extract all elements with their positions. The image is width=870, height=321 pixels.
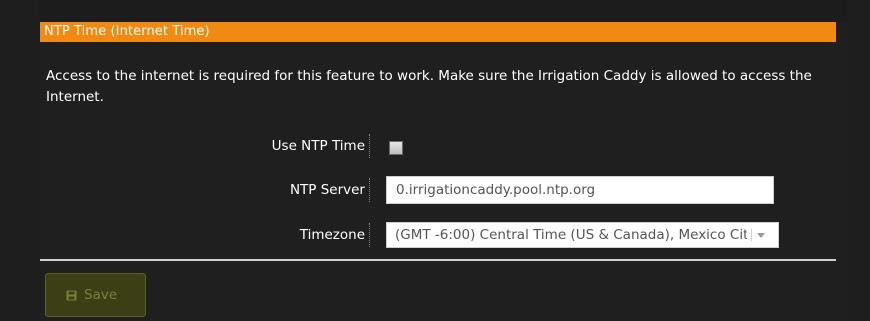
panel-top-shade [39, 0, 847, 22]
timezone-label: Timezone [299, 227, 365, 243]
use-ntp-checkbox[interactable] [389, 141, 403, 155]
timezone-select[interactable]: (GMT -6:00) Central Time (US & Canada), … [386, 222, 779, 248]
ntp-server-label: NTP Server [289, 182, 365, 198]
use-ntp-row: Use NTP Time [39, 132, 839, 160]
chevron-down-icon[interactable] [757, 233, 765, 238]
form-divider [40, 259, 836, 261]
use-ntp-label: Use NTP Time [271, 138, 365, 154]
section-description: Access to the internet is required for t… [46, 68, 812, 105]
select-divider [751, 229, 752, 241]
label-separator [369, 134, 370, 158]
ntp-settings-panel: NTP Time (Internet Time) Access to the i… [39, 0, 847, 321]
timezone-selected-value: (GMT -6:00) Central Time (US & Canada), … [395, 227, 747, 243]
save-button[interactable]: Save [45, 273, 146, 317]
ntp-server-input[interactable] [386, 176, 774, 204]
section-header: NTP Time (Internet Time) [40, 22, 836, 42]
label-separator [369, 178, 370, 202]
ntp-server-row: NTP Server [39, 176, 839, 204]
label-separator [369, 223, 370, 247]
save-button-label: Save [84, 287, 118, 303]
floppy-disk-icon [66, 290, 77, 301]
timezone-row: Timezone (GMT -6:00) Central Time (US & … [39, 221, 839, 249]
